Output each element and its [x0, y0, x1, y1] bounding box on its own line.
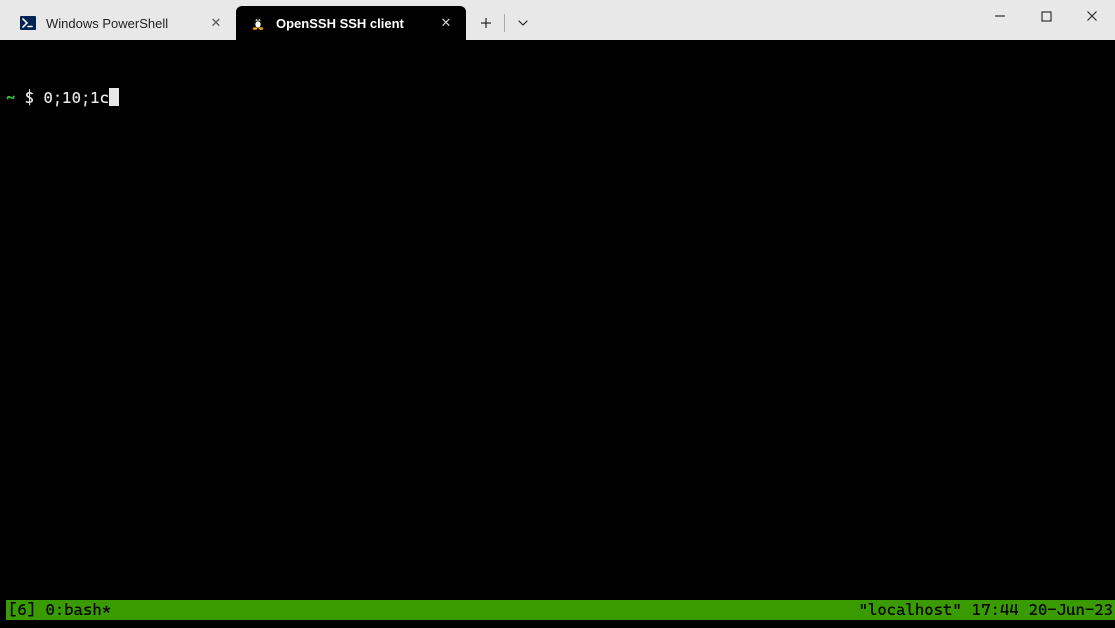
tab-controls [470, 6, 539, 40]
tab-label: Windows PowerShell [46, 16, 198, 31]
close-tab-button[interactable]: ✕ [438, 15, 454, 31]
tab-strip: Windows PowerShell ✕ OpenSSH SSH client [0, 6, 539, 40]
tux-icon [250, 15, 266, 31]
window-controls [977, 0, 1115, 32]
titlebar: Windows PowerShell ✕ OpenSSH SSH client [0, 0, 1115, 40]
powershell-icon [20, 15, 36, 31]
close-tab-button[interactable]: ✕ [208, 15, 224, 31]
close-window-button[interactable] [1069, 0, 1115, 32]
tab-powershell[interactable]: Windows PowerShell ✕ [6, 6, 236, 40]
divider [504, 14, 505, 32]
prompt-line: ~ $ 0;10;1c [6, 88, 1109, 108]
maximize-button[interactable] [1023, 0, 1069, 32]
status-left: [6] 0:bash* [8, 600, 111, 620]
status-time: 17:44 [972, 600, 1019, 620]
minimize-button[interactable] [977, 0, 1023, 32]
command-text: 0;10;1c [44, 88, 110, 108]
new-tab-button[interactable] [470, 7, 502, 39]
tab-label: OpenSSH SSH client [276, 16, 428, 31]
prompt-symbol: $ [25, 88, 34, 108]
tmux-statusbar: [6] 0:bash* "localhost" 17:44 20-Jun-23 [6, 600, 1115, 620]
prompt-path: ~ [6, 88, 15, 108]
status-host: "localhost" [859, 600, 962, 620]
tab-ssh[interactable]: OpenSSH SSH client ✕ [236, 6, 466, 40]
tab-dropdown-button[interactable] [507, 7, 539, 39]
terminal-viewport[interactable]: ~ $ 0;10;1c [6] 0:bash* "localhost" 17:4… [0, 40, 1115, 628]
cursor [109, 88, 119, 106]
status-date: 20-Jun-23 [1029, 600, 1113, 620]
